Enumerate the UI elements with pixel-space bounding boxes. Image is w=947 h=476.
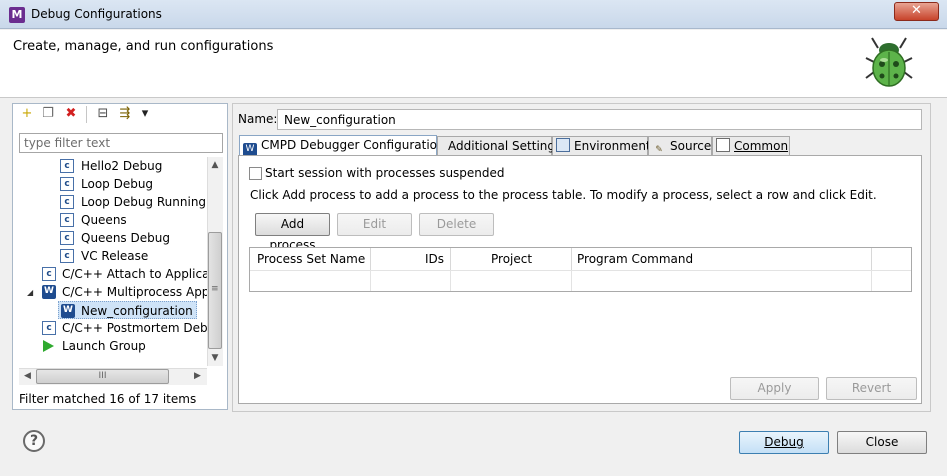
tab-label: Common (734, 139, 789, 153)
scroll-left-icon[interactable]: ◀ (19, 368, 36, 385)
delete-button[interactable]: Delete (419, 213, 494, 236)
tree-item-label: C/C++ Multiprocess Applic (62, 285, 207, 299)
tree-item-label: Queens (81, 213, 127, 227)
c-launch-icon: c (60, 159, 74, 173)
tab-label: Additional Settings (448, 139, 562, 153)
filter-input[interactable] (19, 133, 223, 153)
tab-common[interactable]: Common (712, 136, 790, 156)
tab-label: Environment (574, 139, 651, 153)
duplicate-icon[interactable]: ❐ (40, 106, 56, 122)
name-label: Name: (238, 112, 278, 126)
configuration-name-input[interactable] (277, 109, 922, 130)
window-title: Debug Configurations (31, 7, 162, 21)
tree-item[interactable]: c Queens Debug (60, 229, 170, 247)
tree-item[interactable]: W C/C++ Multiprocess Applic (42, 283, 207, 301)
column-header-ids[interactable]: IDs (371, 248, 451, 270)
tab-label: CMPD Debugger Configuration (261, 138, 445, 152)
tree-item-selected[interactable]: W New_configuration (58, 301, 197, 319)
delete-icon[interactable]: ✖ (63, 106, 79, 122)
filter-icon[interactable]: ⇶ (117, 106, 133, 122)
tree-expander-icon[interactable]: ◢ (27, 288, 33, 297)
column-header-program-command[interactable]: Program Command (572, 248, 872, 270)
tree-item-label: Hello2 Debug (81, 159, 163, 173)
c-attach-icon: c (42, 267, 56, 281)
column-header-project[interactable]: Project (451, 248, 572, 270)
column-divider (370, 270, 371, 291)
close-button[interactable]: Close (837, 431, 927, 454)
scroll-down-icon[interactable]: ▼ (207, 350, 223, 367)
tree-item[interactable]: c C/C++ Postmortem Debug (42, 319, 207, 337)
table-row-divider (250, 270, 911, 271)
c-postmortem-icon: c (42, 321, 56, 335)
configuration-tree: c Hello2 Debug c Loop Debug c Loop Debug… (19, 157, 207, 366)
tree-item[interactable]: c Loop Debug Running (60, 193, 206, 211)
process-table-help-text: Click Add process to add a process to th… (250, 188, 877, 202)
thumb-grip-icon: ≡ (211, 284, 219, 294)
tree-item-label: Queens Debug (81, 231, 170, 245)
tree-item-label: Loop Debug (81, 177, 154, 191)
debug-button-label: Debug (764, 435, 804, 449)
tree-item-label: Launch Group (62, 339, 146, 353)
tab-source[interactable]: ✎ Source (648, 136, 712, 156)
horizontal-scroll-thumb[interactable]: III (36, 369, 169, 384)
column-divider (871, 270, 872, 291)
tab-cmpd-debugger-configuration[interactable]: W CMPD Debugger Configuration (239, 135, 445, 157)
tree-item-label: C/C++ Postmortem Debug (62, 321, 207, 335)
dialog-header-title: Create, manage, and run configurations (13, 39, 274, 54)
toolbar-separator (86, 106, 87, 123)
tree-item-label: Loop Debug Running (81, 195, 207, 209)
bug-icon (865, 37, 913, 87)
tree-item[interactable]: Launch Group (42, 337, 146, 355)
tab-environment[interactable]: Environment (552, 136, 651, 156)
tree-item-label: C/C++ Attach to Applicatio (62, 267, 207, 281)
environment-icon (556, 138, 570, 152)
column-header-process-set-name[interactable]: Process Set Name (250, 248, 371, 270)
c-launch-icon: c (60, 249, 74, 263)
new-config-icon[interactable]: + (19, 106, 35, 122)
multiprocess-icon: W (42, 285, 56, 299)
launch-group-icon (43, 340, 54, 352)
start-suspended-checkbox[interactable] (249, 167, 262, 180)
tree-item[interactable]: c Loop Debug (60, 175, 153, 193)
apply-button[interactable]: Apply (730, 377, 819, 400)
tree-item-label: VC Release (81, 249, 149, 263)
help-icon[interactable]: ? (23, 430, 45, 452)
tree-item[interactable]: c Queens (60, 211, 127, 229)
tab-label: Source (670, 139, 712, 153)
tree-item[interactable]: c Hello2 Debug (60, 157, 162, 175)
edit-button[interactable]: Edit (337, 213, 412, 236)
column-divider (571, 270, 572, 291)
tab-additional-settings[interactable]: Additional Settings (437, 136, 561, 156)
add-process-button[interactable]: Add process (255, 213, 330, 252)
multiprocess-icon: W (61, 304, 75, 318)
tree-item[interactable]: c C/C++ Attach to Applicatio (42, 265, 207, 283)
revert-button[interactable]: Revert (826, 377, 917, 400)
tree-item[interactable]: c VC Release (60, 247, 148, 265)
collapse-all-icon[interactable]: ⊟ (95, 106, 111, 122)
c-launch-icon: c (60, 213, 74, 227)
tree-item-label: New_configuration (81, 304, 193, 318)
close-window-button[interactable]: ✕ (894, 2, 939, 21)
c-launch-icon: c (60, 231, 74, 245)
app-logo-icon: M (9, 7, 25, 23)
scroll-up-icon[interactable]: ▲ (207, 157, 223, 174)
scroll-right-icon[interactable]: ▶ (189, 368, 206, 385)
start-suspended-label: Start session with processes suspended (265, 166, 505, 180)
filter-status-text: Filter matched 16 of 17 items (19, 392, 197, 406)
common-icon (716, 138, 730, 152)
c-launch-icon: c (60, 177, 74, 191)
view-menu-icon[interactable]: ▾ (137, 106, 153, 122)
c-launch-icon: c (60, 195, 74, 209)
debug-button[interactable]: Debug (739, 431, 829, 454)
column-divider (450, 270, 451, 291)
